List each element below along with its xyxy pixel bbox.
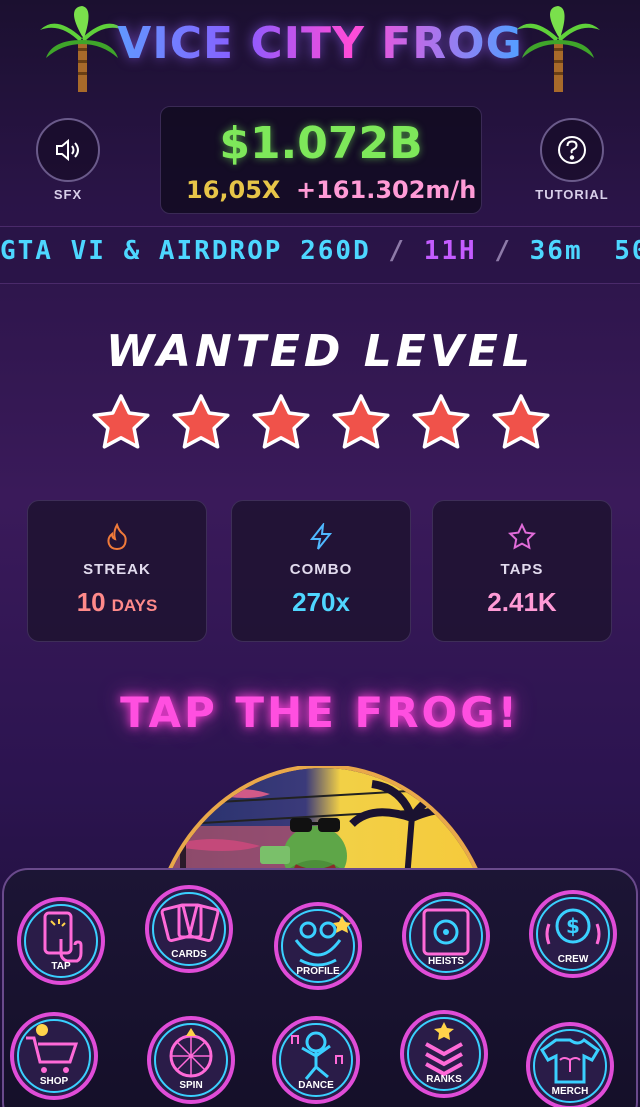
- nav-cards[interactable]: CARDS: [143, 883, 235, 975]
- streak-label: STREAK: [83, 561, 151, 578]
- taps-label: TAPS: [500, 561, 544, 578]
- airdrop-countdown: GTA VI & AIRDROP 260D / 11H / 36m 50: [0, 236, 640, 266]
- combo-label: COMBO: [289, 561, 353, 578]
- streak-unit: DAYS: [111, 596, 158, 615]
- wanted-star-icon: [172, 394, 230, 449]
- countdown-seconds: 50: [614, 236, 640, 266]
- combo-card: COMBO 270x: [231, 500, 411, 642]
- nav-shop[interactable]: SHOP: [8, 1010, 100, 1102]
- wanted-star-icon: [332, 394, 390, 449]
- tap-prompt: TAP THE FROG!: [120, 688, 520, 737]
- nav-ranks[interactable]: RANKS: [398, 1008, 490, 1100]
- taps-value: 2.41K: [487, 587, 557, 617]
- countdown-hours: 11H: [423, 236, 477, 266]
- streak-value: 10 DAYS: [28, 587, 206, 618]
- combo-value: 270x: [292, 587, 350, 617]
- nav-profile[interactable]: PROFILE: [272, 900, 364, 992]
- nav-merch-label: MERCH: [551, 1086, 589, 1097]
- nav-heists[interactable]: HEISTS: [400, 890, 492, 982]
- wanted-star-icon: [412, 394, 470, 449]
- vault-icon: [402, 892, 490, 980]
- countdown-minutes: 36m: [529, 236, 583, 266]
- sfx-label: SFX: [53, 187, 83, 202]
- dollar-chip-icon: $: [529, 890, 617, 978]
- cards-icon: [145, 885, 233, 973]
- nav-crew-label: CREW: [557, 954, 589, 965]
- nav-cards-label: CARDS: [171, 949, 207, 960]
- frog-profile-icon: [274, 902, 362, 990]
- dancing-frog-icon: [272, 1016, 360, 1104]
- phone-tap-icon: [17, 897, 105, 985]
- streak-number: 10: [76, 587, 106, 617]
- rank-chevron-icon: [400, 1010, 488, 1098]
- tutorial-button[interactable]: [540, 118, 604, 182]
- spin-wheel-icon: [147, 1016, 235, 1104]
- balance-value: $1.072B: [219, 118, 423, 169]
- star-outline-icon: [508, 523, 536, 550]
- nav-dance[interactable]: DANCE: [270, 1014, 362, 1106]
- taps-card: TAPS 2.41K: [432, 500, 612, 642]
- wanted-stars: [90, 393, 552, 455]
- sfx-button[interactable]: [36, 118, 100, 182]
- countdown-title: GTA VI & AIRDROP: [0, 236, 283, 266]
- nav-ranks-label: RANKS: [426, 1074, 462, 1085]
- nav-heists-label: HEISTS: [427, 956, 465, 967]
- wanted-star-icon: [252, 394, 310, 449]
- app-title: VICE CITY FROG: [0, 18, 640, 69]
- nav-tap[interactable]: TAP: [15, 895, 107, 987]
- nav-merch[interactable]: MERCH: [524, 1020, 616, 1107]
- shopping-cart-icon: [10, 1012, 98, 1100]
- help-icon: [558, 136, 586, 164]
- flame-icon: [107, 523, 127, 551]
- wanted-level-title: WANTED LEVEL: [106, 326, 534, 377]
- profit-rate-value: +161.302m/h: [296, 176, 477, 204]
- nav-dance-label: DANCE: [298, 1080, 334, 1091]
- nav-spin-label: SPIN: [179, 1080, 203, 1091]
- nav-tap-label: TAP: [51, 961, 71, 972]
- streak-card: STREAK 10 DAYS: [27, 500, 207, 642]
- lightning-icon: [309, 523, 333, 550]
- wanted-star-icon: [492, 394, 550, 449]
- nav-profile-label: PROFILE: [296, 966, 340, 977]
- tutorial-label: TUTORIAL: [535, 187, 609, 202]
- multiplier-value: 16,05X: [186, 176, 281, 204]
- wanted-star-icon: [92, 394, 150, 449]
- nav-spin[interactable]: SPIN: [145, 1014, 237, 1106]
- nav-crew[interactable]: $ CREW: [527, 888, 619, 980]
- speaker-icon: [56, 138, 79, 162]
- countdown-days: 260D: [300, 236, 371, 266]
- nav-shop-label: SHOP: [39, 1076, 69, 1087]
- svg-text:$: $: [566, 914, 580, 938]
